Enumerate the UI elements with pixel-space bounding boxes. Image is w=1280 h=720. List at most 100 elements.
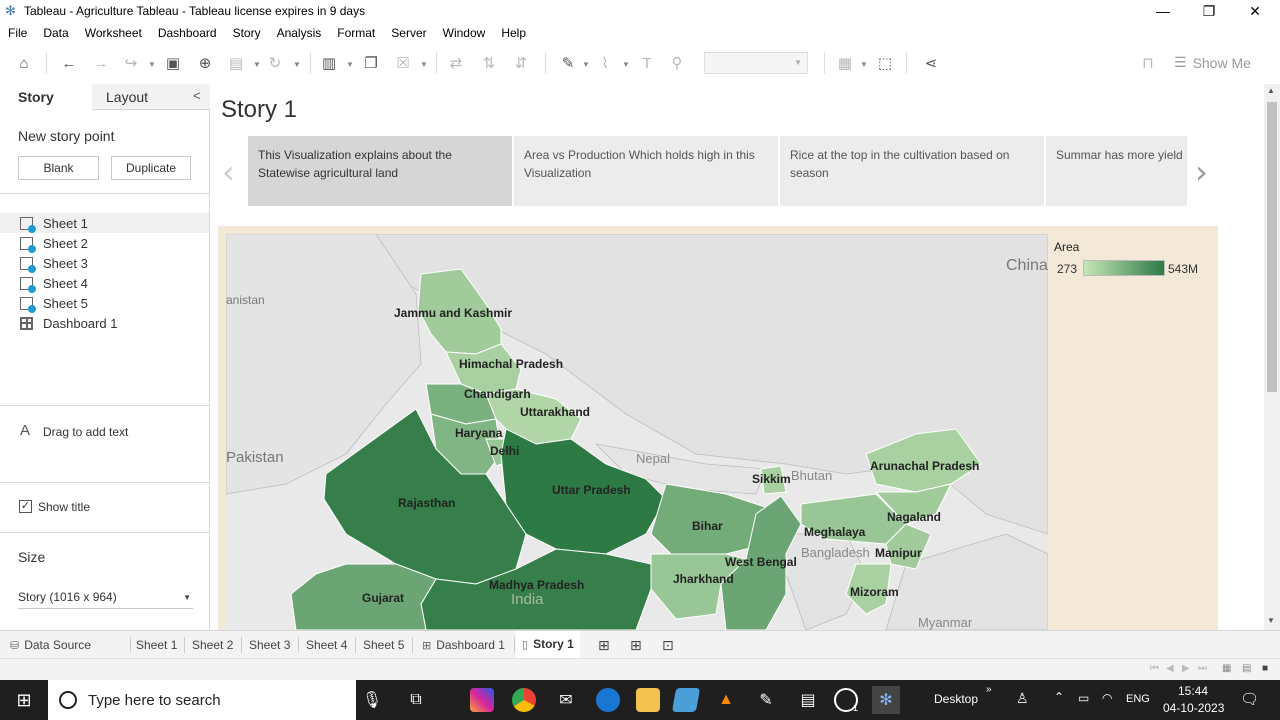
next-sheet-icon[interactable]: ▶ xyxy=(1182,663,1190,674)
show-title-checkbox[interactable]: ✓ xyxy=(19,500,32,513)
sheet-list-item[interactable]: Sheet 4 xyxy=(0,273,209,293)
chrome-icon[interactable] xyxy=(512,688,536,712)
task-view-icon[interactable]: ⧉ xyxy=(404,688,428,712)
text-object-icon[interactable]: A xyxy=(20,422,30,439)
microphone-icon[interactable]: 🎙 xyxy=(360,688,384,712)
close-button[interactable]: ✕ xyxy=(1232,0,1278,22)
instagram-icon[interactable] xyxy=(470,688,494,712)
menu-window[interactable]: Window xyxy=(435,26,494,40)
menu-help[interactable]: Help xyxy=(493,26,534,40)
fit-dropdown[interactable]: ▼ xyxy=(704,52,808,74)
tab-data-source[interactable]: ⛁ Data Source xyxy=(4,631,97,659)
show-sheet-sorter-icon[interactable]: ▦ xyxy=(1222,663,1231,674)
share-icon[interactable]: ⋖ xyxy=(920,52,942,74)
vlc-icon[interactable]: ▲ xyxy=(714,688,738,712)
redo-icon[interactable]: → xyxy=(90,52,112,74)
notifications-icon[interactable]: 🗨 xyxy=(1240,690,1259,708)
paint-icon[interactable]: ✎ xyxy=(754,688,778,712)
duplicate-button[interactable]: Duplicate xyxy=(111,156,191,180)
chrome-profile-icon[interactable]: 1 xyxy=(834,688,858,713)
desktop-expand-icon[interactable]: » xyxy=(986,684,992,695)
minimize-button[interactable]: — xyxy=(1140,0,1186,22)
sheet-list-item[interactable]: Sheet 5 xyxy=(0,293,209,313)
replay-icon[interactable]: ↪ xyxy=(120,52,142,74)
size-select[interactable]: Story (1016 x 964) ▼ xyxy=(18,587,193,609)
tab-sheet-4[interactable]: Sheet 4 xyxy=(300,631,353,659)
paste-icon[interactable]: ▤ xyxy=(225,52,247,74)
group-icon[interactable]: ⌇ xyxy=(594,52,616,74)
scroll-down-icon[interactable]: ▼ xyxy=(1267,616,1275,625)
tray-chevron-icon[interactable]: ⌃ xyxy=(1054,690,1064,704)
edge-icon[interactable] xyxy=(596,688,620,712)
sort-desc-icon[interactable]: ⇵ xyxy=(510,52,532,74)
duplicate-sheet-icon[interactable]: ❐ xyxy=(360,52,382,74)
story-point-caption[interactable]: Area vs Production Which holds high in t… xyxy=(514,136,778,206)
menu-worksheet[interactable]: Worksheet xyxy=(77,26,150,40)
blank-button[interactable]: Blank xyxy=(18,156,99,180)
tab-dashboard-1[interactable]: ⊞ Dashboard 1 xyxy=(416,631,511,659)
new-data-source-icon[interactable]: ⊕ xyxy=(194,52,216,74)
scroll-up-icon[interactable]: ▲ xyxy=(1267,86,1275,95)
clock-date[interactable]: 04-10-2023 xyxy=(1163,701,1224,715)
show-cards-icon[interactable]: ▦ xyxy=(834,52,856,74)
legend-color-ramp[interactable] xyxy=(1083,260,1165,276)
india-area-map[interactable]: China anistan Pakistan Nepal Bhutan Bang… xyxy=(226,234,1048,630)
tab-story[interactable]: Story xyxy=(0,84,92,110)
story-title[interactable]: Story 1 xyxy=(221,96,297,124)
clock-time[interactable]: 15:44 xyxy=(1178,684,1208,698)
new-worksheet-icon[interactable]: ▥ xyxy=(318,52,340,74)
last-sheet-icon[interactable]: ⏭ xyxy=(1198,663,1207,674)
pin-icon[interactable]: ⚲ xyxy=(666,52,688,74)
menu-dashboard[interactable]: Dashboard xyxy=(150,26,225,40)
wifi-icon[interactable]: ◠ xyxy=(1102,691,1112,705)
tab-sheet-5[interactable]: Sheet 5 xyxy=(357,631,410,659)
swap-icon[interactable]: ⇄ xyxy=(445,52,467,74)
save-icon[interactable]: ▣ xyxy=(162,52,184,74)
menu-file[interactable]: File xyxy=(0,26,35,40)
vertical-scrollbar[interactable]: ▲ ▼ xyxy=(1264,84,1280,630)
show-tabs-icon[interactable]: ■ xyxy=(1262,663,1268,674)
documents-icon[interactable]: ▤ xyxy=(796,688,820,712)
story-point-caption[interactable]: Rice at the top in the cultivation based… xyxy=(780,136,1044,206)
previous-story-point-icon[interactable]: ‹ xyxy=(222,153,235,191)
tableau-taskbar-icon[interactable]: ✻ xyxy=(872,686,900,714)
menu-server[interactable]: Server xyxy=(383,26,434,40)
new-worksheet-tab-icon[interactable]: ⊞ xyxy=(592,631,616,659)
format-workbook-icon[interactable]: ⊓ xyxy=(1137,52,1159,74)
next-story-point-icon[interactable]: › xyxy=(1195,153,1208,191)
clear-sheet-icon[interactable]: ☒ xyxy=(392,52,414,74)
notepad-icon[interactable] xyxy=(671,688,701,712)
language-indicator[interactable]: ENG xyxy=(1126,693,1150,705)
story-point-caption[interactable]: Summar has more yield xyxy=(1046,136,1187,206)
home-icon[interactable]: ⌂ xyxy=(13,52,35,74)
prev-sheet-icon[interactable]: ◀ xyxy=(1166,663,1174,674)
taskbar-search-box[interactable]: Type here to search xyxy=(48,680,356,720)
mail-icon[interactable]: ✉ xyxy=(554,688,578,712)
windows-start-icon[interactable]: ⊞ xyxy=(12,688,36,712)
tab-sheet-2[interactable]: Sheet 2 xyxy=(186,631,239,659)
tab-story-1[interactable]: ▯ Story 1 xyxy=(516,631,580,659)
presentation-mode-icon[interactable]: ⬚ xyxy=(874,52,896,74)
desktop-toolbar-label[interactable]: Desktop xyxy=(934,692,978,706)
undo-icon[interactable]: ← xyxy=(58,52,80,74)
show-me-button[interactable]: ☰ Show Me xyxy=(1174,54,1251,71)
menu-data[interactable]: Data xyxy=(35,26,76,40)
labels-icon[interactable]: T xyxy=(636,52,658,74)
people-icon[interactable]: ♙ xyxy=(1016,690,1029,707)
battery-icon[interactable]: ▭ xyxy=(1078,691,1089,705)
refresh-icon[interactable]: ↻ xyxy=(264,52,286,74)
menu-story[interactable]: Story xyxy=(225,26,269,40)
dashboard-list-item[interactable]: Dashboard 1 xyxy=(0,313,209,333)
sheet-list-item[interactable]: Sheet 2 xyxy=(0,233,209,253)
sheet-list-item[interactable]: Sheet 3 xyxy=(0,253,209,273)
new-dashboard-tab-icon[interactable]: ⊞ xyxy=(624,631,648,659)
file-explorer-icon[interactable] xyxy=(636,688,660,712)
first-sheet-icon[interactable]: ⏮ xyxy=(1150,663,1159,674)
tab-sheet-3[interactable]: Sheet 3 xyxy=(243,631,296,659)
maximize-button[interactable]: ❐ xyxy=(1186,0,1232,22)
highlight-icon[interactable]: ✎ xyxy=(557,52,579,74)
show-filmstrip-icon[interactable]: ▤ xyxy=(1242,663,1251,674)
sheet-list-item[interactable]: Sheet 1 xyxy=(0,213,209,233)
tab-sheet-1[interactable]: Sheet 1 xyxy=(130,631,183,659)
sort-asc-icon[interactable]: ⇅ xyxy=(478,52,500,74)
